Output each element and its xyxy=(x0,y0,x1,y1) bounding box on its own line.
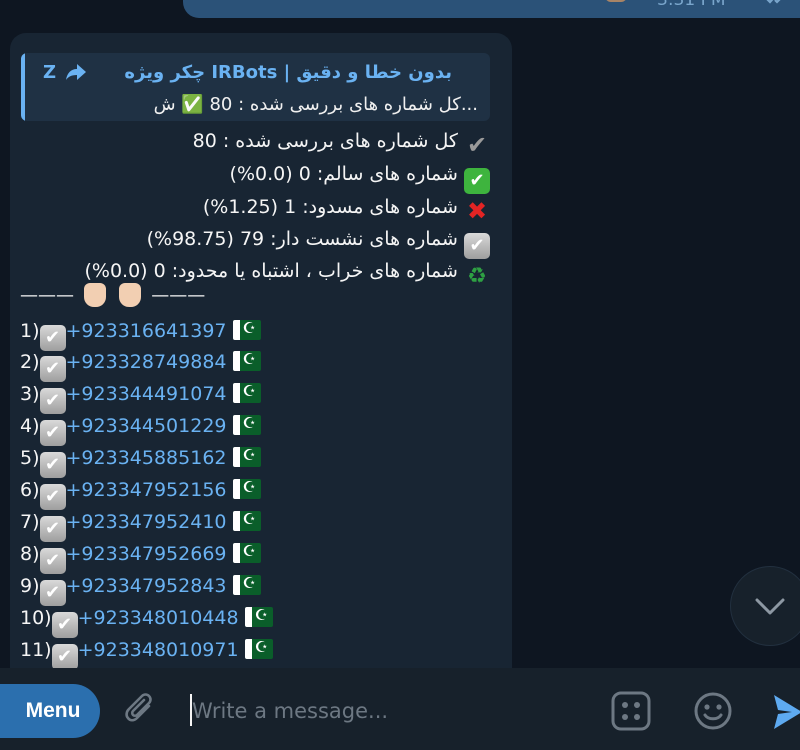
message-time: 3:31 PM xyxy=(657,0,726,10)
phone-link[interactable]: +923348010448 xyxy=(78,607,239,629)
gray-check-icon: ✔ xyxy=(39,325,66,351)
pakistan-flag-icon xyxy=(232,383,261,403)
list-index: 8) xyxy=(20,543,40,565)
phone-link[interactable]: +923345885162 xyxy=(66,447,227,469)
list-item: 4) ✔ +923344501229 xyxy=(20,415,261,446)
heavy-check-icon: ✔ xyxy=(466,131,488,159)
phone-link[interactable]: +923344501229 xyxy=(66,415,227,437)
phone-link[interactable]: +923347952410 xyxy=(66,511,227,533)
stat-text: کل شماره های بررسی شده : 80 xyxy=(192,130,458,152)
reply-text: ...کل شماره های بررسی شده : 80 ✅ ش xyxy=(153,94,478,115)
list-index: 10) xyxy=(20,607,52,629)
reply-letter: Z xyxy=(43,62,57,83)
pakistan-flag-icon xyxy=(232,447,261,467)
stat-total-checked: ✔ کل شماره های بررسی شده : 80 xyxy=(193,130,490,158)
list-index: 7) xyxy=(20,511,40,533)
gray-check-icon: ✔ xyxy=(464,233,490,259)
double-check-icon xyxy=(766,0,781,4)
list-item: 8) ✔ +923347952669 xyxy=(20,543,261,574)
pakistan-flag-icon xyxy=(232,320,261,340)
gray-check-icon: ✔ xyxy=(39,420,66,446)
list-index: 1) xyxy=(20,320,40,342)
outgoing-message-bubble: 3:31 PM xyxy=(183,0,800,18)
list-index: 4) xyxy=(20,415,40,437)
list-item: 1) ✔ +923316641397 xyxy=(20,320,261,351)
list-item: 3) ✔ +923344491074 xyxy=(20,383,261,414)
list-index: 9) xyxy=(20,575,40,597)
bot-commands-icon[interactable] xyxy=(610,690,652,732)
phone-link[interactable]: +923328749884 xyxy=(66,351,227,373)
list-item: 7) ✔ +923347952410 xyxy=(20,511,261,542)
list-index: 11) xyxy=(20,639,52,661)
phone-link[interactable]: +923348010971 xyxy=(78,639,239,661)
gray-check-icon: ✔ xyxy=(39,388,66,414)
list-index: 2) xyxy=(20,351,40,373)
stat-healthy: ✔ شماره های سالم: 0 (0.0%) xyxy=(230,163,490,194)
phone-link[interactable]: +923347952156 xyxy=(66,479,227,501)
list-index: 5) xyxy=(20,447,40,469)
stat-text: شماره های سالم: 0 (0.0%) xyxy=(229,163,458,185)
stat-text: شماره های خراب ، اشتباه یا محدود: 0 (0.0… xyxy=(84,260,458,282)
pakistan-flag-icon xyxy=(244,607,273,627)
phone-link[interactable]: +923347952843 xyxy=(66,575,227,597)
stat-text: شماره های نشست دار: 79 (98.75%) xyxy=(146,228,458,250)
stat-with-session: ✔ شماره های نشست دار: 79 (98.75%) xyxy=(147,228,490,259)
list-item: 5) ✔ +923345885162 xyxy=(20,447,261,478)
pakistan-flag-icon xyxy=(232,479,261,499)
gray-check-icon: ✔ xyxy=(39,484,66,510)
phone-link[interactable]: +923316641397 xyxy=(66,320,227,342)
phone-link[interactable]: +923347952669 xyxy=(66,543,227,565)
gray-check-icon: ✔ xyxy=(39,516,66,542)
list-item: 6) ✔ +923347952156 xyxy=(20,479,261,510)
stat-text: شماره های مسدود: 1 (1.25%) xyxy=(202,196,458,218)
pakistan-flag-icon xyxy=(232,543,261,563)
list-item: 10) ✔ +923348010448 xyxy=(20,607,273,638)
reply-title: بدون خطا و دقیق | IRBots چکر ویژه xyxy=(124,62,452,83)
list-index: 6) xyxy=(20,479,40,501)
list-item: 9) ✔ +923347952843 xyxy=(20,575,261,606)
menu-button[interactable]: Menu xyxy=(0,684,100,738)
gray-check-icon: ✔ xyxy=(39,452,66,478)
message-input[interactable] xyxy=(190,690,594,732)
separator-dash: ——— xyxy=(20,285,74,306)
green-check-icon: ✔ xyxy=(464,168,490,194)
pakistan-flag-icon xyxy=(232,575,261,595)
stat-banned: ✖ شماره های مسدود: 1 (1.25%) xyxy=(203,196,490,224)
gray-check-icon: ✔ xyxy=(39,356,66,382)
smile-icon[interactable] xyxy=(692,690,734,732)
gray-check-icon: ✔ xyxy=(51,644,78,670)
recycle-icon: ♻ xyxy=(467,264,487,289)
red-cross-icon: ✖ xyxy=(466,197,488,225)
reply-accent-bar xyxy=(21,53,25,121)
pointing-down-hand-icon xyxy=(119,283,142,307)
reply-preview[interactable]: Z بدون خطا و دقیق | IRBots چکر ویژه ...ک… xyxy=(21,53,490,121)
list-index: 3) xyxy=(20,383,40,405)
gray-check-icon: ✔ xyxy=(51,612,78,638)
forward-arrow-icon xyxy=(66,64,86,80)
pakistan-flag-icon xyxy=(232,415,261,435)
pakistan-flag-icon xyxy=(232,351,261,371)
paperclip-icon[interactable] xyxy=(122,692,160,730)
phone-link[interactable]: +923344491074 xyxy=(66,383,227,405)
list-item: 11) ✔ +923348010971 xyxy=(20,639,273,670)
send-icon[interactable] xyxy=(772,692,800,732)
sticker-fragment xyxy=(605,0,627,2)
chevron-down-icon xyxy=(755,598,785,615)
separator-line: ——— ——— xyxy=(20,283,205,307)
list-item: 2) ✔ +923328749884 xyxy=(20,351,261,382)
pakistan-flag-icon xyxy=(244,639,273,659)
gray-check-icon: ✔ xyxy=(39,580,66,606)
gray-check-icon: ✔ xyxy=(39,548,66,574)
pointing-down-hand-icon xyxy=(83,283,106,307)
pakistan-flag-icon xyxy=(232,511,261,531)
separator-dash: ——— xyxy=(151,285,206,306)
scroll-down-button[interactable] xyxy=(730,566,800,646)
